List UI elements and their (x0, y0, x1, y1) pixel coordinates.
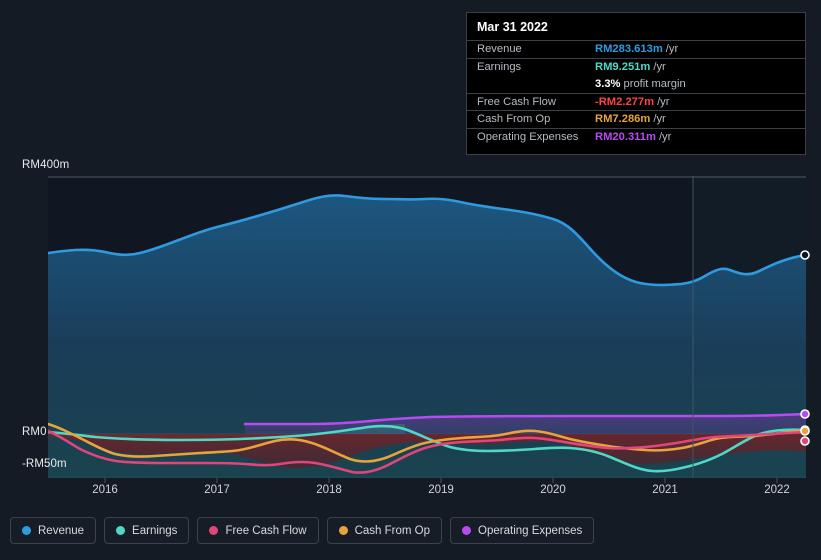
data-tooltip: Mar 31 2022 Revenue RM283.613m/yr Earnings… (466, 12, 806, 155)
legend-item-label: Free Cash Flow (225, 524, 307, 537)
tooltip-row-value: RM9.251m (595, 60, 651, 73)
legend-color-dot-icon (22, 526, 31, 535)
tooltip-row-label: Cash From Op (477, 113, 551, 126)
legend-item-revenue[interactable]: Revenue (10, 517, 97, 544)
tooltip-row: 3.3% profit margin (467, 75, 805, 93)
tooltip-row: Earnings RM9.251m/yr (467, 57, 805, 76)
tooltip-row-unit: /yr (658, 130, 672, 143)
tooltip-row-value-group: -RM2.277m/yr (595, 96, 670, 108)
tooltip-row-label: Revenue (477, 43, 522, 56)
x-axis-ticks (104, 478, 778, 483)
legend-color-dot-icon (462, 526, 472, 535)
opex-endpoint-marker (800, 409, 810, 419)
legend-item-cash-from-op[interactable]: Cash From Op (326, 517, 443, 544)
x-axis-label-2021: 2021 (652, 484, 678, 496)
tooltip-row-value: RM283.613m (595, 43, 663, 56)
legend-item-label: Operating Expenses (478, 524, 583, 537)
tooltip-row: Cash From Op RM7.286m/yr (467, 110, 805, 128)
x-axis-label-2018: 2018 (316, 484, 342, 496)
legend-item-label: Earnings (132, 524, 178, 537)
legend-color-dot-icon (338, 526, 348, 535)
x-axis-label-2020: 2020 (540, 484, 566, 496)
tooltip-row-value: RM20.311m (595, 130, 656, 143)
tooltip-row-value-group: RM7.286m/yr (595, 113, 666, 125)
cash-from-op-endpoint-marker (800, 426, 810, 436)
legend-item-label: Cash From Op (354, 524, 431, 537)
financial-chart-page: RM400m RM0 -RM50m 2016 2017 2018 2019 2020 20… (0, 0, 821, 560)
legend-item-earnings[interactable]: Earnings (104, 517, 190, 544)
chart-legend: Revenue Earnings Free Cash Flow Cash From O… (10, 517, 595, 544)
tooltip-row-unit: profit margin (623, 77, 686, 90)
x-axis-label-2017: 2017 (204, 484, 230, 496)
tooltip-row: Revenue RM283.613m/yr (467, 40, 805, 58)
tooltip-row-value-group: RM9.251m/yr (595, 61, 666, 73)
tooltip-row-value-group: RM283.613m/yr (595, 43, 678, 55)
revenue-endpoint-marker (800, 250, 810, 260)
tooltip-row-value: -RM2.277m (595, 95, 655, 108)
x-axis-label-2016: 2016 (92, 484, 118, 496)
tooltip-row-value: RM7.286m (595, 113, 651, 126)
legend-item-operating-expenses[interactable]: Operating Expenses (450, 517, 595, 544)
tooltip-row-label: Operating Expenses (477, 130, 579, 143)
tooltip-row-value-group: RM20.311m/yr (595, 131, 671, 143)
legend-item-free-cash-flow[interactable]: Free Cash Flow (197, 517, 319, 544)
legend-item-label: Revenue (38, 524, 85, 537)
y-axis-label-400m: RM400m (22, 159, 70, 171)
y-axis-label-neg50m: -RM50m (22, 458, 67, 470)
legend-color-dot-icon (209, 526, 219, 535)
tooltip-rows: Revenue RM283.613m/yr Earnings RM9.251m/yr 3… (467, 40, 805, 145)
tooltip-row-unit: /yr (653, 113, 666, 126)
y-axis-label-zero: RM0 (22, 426, 47, 438)
tooltip-row-unit: /yr (665, 43, 679, 56)
free-cash-flow-endpoint-marker (800, 436, 810, 446)
tooltip-row-unit: /yr (653, 60, 666, 73)
x-axis-label-2022: 2022 (764, 484, 790, 496)
tooltip-row-label: Free Cash Flow (477, 95, 556, 108)
tooltip-row-label: Earnings (477, 60, 522, 73)
tooltip-row: Operating Expenses RM20.311m/yr (467, 127, 805, 146)
tooltip-date: Mar 31 2022 (477, 20, 548, 34)
tooltip-row-unit: /yr (657, 95, 670, 108)
x-axis-label-2019: 2019 (428, 484, 454, 496)
tooltip-row-value-group: 3.3% profit margin (595, 78, 686, 90)
tooltip-row: Free Cash Flow -RM2.277m/yr (467, 92, 805, 111)
legend-color-dot-icon (116, 526, 126, 535)
tooltip-row-value: 3.3% (595, 77, 621, 90)
